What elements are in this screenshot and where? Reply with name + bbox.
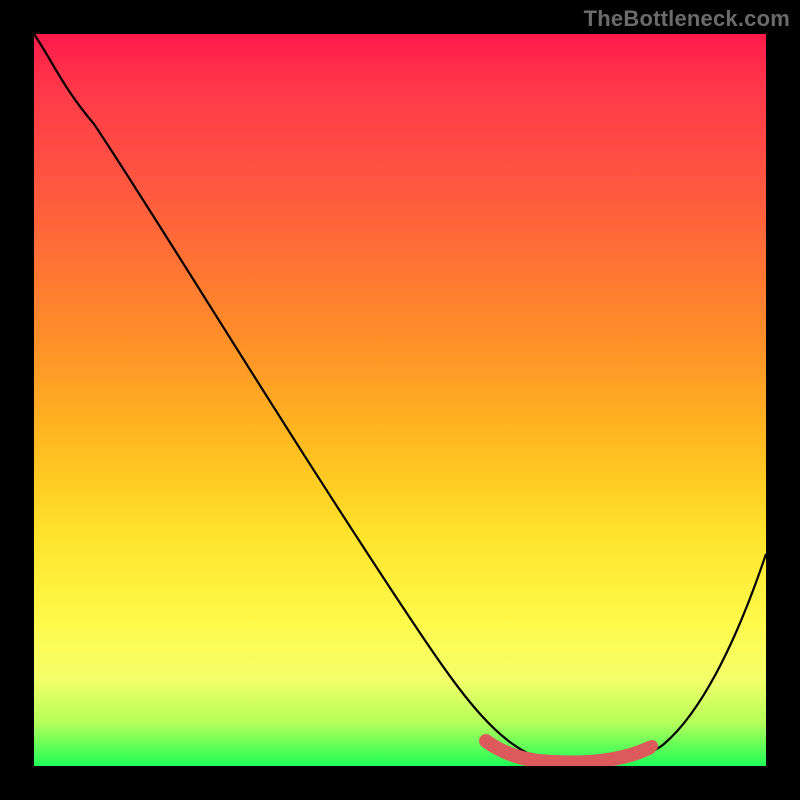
chart-container: TheBottleneck.com xyxy=(0,0,800,800)
minimum-dot-end-icon xyxy=(646,740,658,752)
minimum-dot-b-icon xyxy=(570,758,578,766)
curve-svg xyxy=(34,34,766,766)
minimum-dot-c-icon xyxy=(605,754,613,762)
plot-area xyxy=(34,34,766,766)
minimum-dot-a-icon xyxy=(530,757,538,765)
minimum-region-line xyxy=(486,741,649,762)
watermark-text: TheBottleneck.com xyxy=(584,6,790,32)
bottleneck-curve-line xyxy=(34,34,766,763)
